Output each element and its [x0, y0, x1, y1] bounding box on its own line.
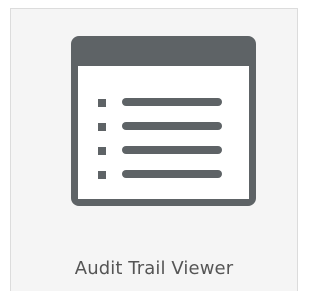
- audit-trail-viewer-tile[interactable]: Audit Trail Viewer: [10, 8, 298, 291]
- list-window-icon: [71, 36, 256, 206]
- tile-label: Audit Trail Viewer: [74, 258, 234, 279]
